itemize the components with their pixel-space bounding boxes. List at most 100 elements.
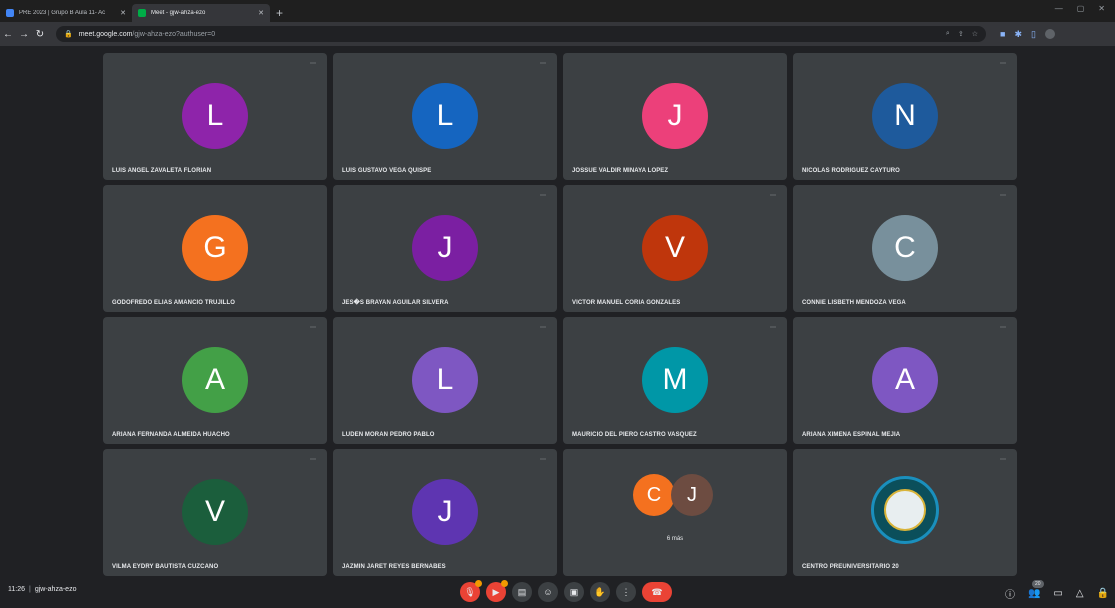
url-path: /gjw-ahza-ezo?authuser=0: [132, 30, 216, 38]
chat-button[interactable]: ▭: [1053, 588, 1062, 599]
meeting-code: gjw-ahza-ezo: [34, 586, 77, 593]
warning-badge: [501, 580, 508, 587]
participant-grid: L LUIS ANGEL ZAVALETA FLORIAN ⋯ L LUIS GUSTA…: [103, 53, 1017, 576]
meet-favicon-icon: [138, 9, 146, 17]
camera-toggle-button[interactable]: ▶: [486, 580, 508, 602]
participant-tile[interactable]: G GODOFREDO ELIAS AMANCIO TRUJILLO: [103, 185, 327, 312]
more-options-button[interactable]: ⋮: [616, 582, 636, 602]
mic-toggle-button[interactable]: 🎙: [460, 580, 482, 602]
muted-mic-icon: ⋯: [1000, 457, 1006, 463]
emoji-icon: ☺: [543, 587, 553, 597]
extension-icon[interactable]: ■: [1000, 29, 1005, 40]
camera-off-icon: ▶: [492, 586, 500, 597]
present-screen-icon: ▣: [569, 586, 579, 597]
raise-hand-button[interactable]: ✋: [590, 582, 610, 602]
people-count-badge: 20: [1031, 580, 1044, 588]
lock-icon[interactable]: 🔒: [64, 30, 73, 38]
profile-avatar[interactable]: [1044, 28, 1055, 39]
close-tab-icon[interactable]: ✕: [120, 9, 126, 17]
muted-mic-icon: ⋯: [540, 325, 546, 331]
participant-name: LUIS GUSTAVO VEGA QUISPE: [342, 168, 432, 174]
participant-tile[interactable]: J JOSSUE VALDIR MINAYA LOPEZ: [563, 53, 787, 180]
address-bar[interactable]: 🔒 meet.google.com/gjw-ahza-ezo?authuser=…: [56, 26, 986, 42]
sidepanel-icon[interactable]: ▯: [1031, 29, 1036, 40]
warning-badge: [475, 580, 482, 587]
participant-avatar: J: [412, 215, 478, 281]
participant-avatar: N: [872, 83, 938, 149]
participant-name: JOSSUE VALDIR MINAYA LOPEZ: [572, 168, 669, 174]
participant-tile[interactable]: M MAURICIO DEL PIERO CASTRO VASQUEZ ⋯: [563, 317, 787, 444]
minimize-icon[interactable]: —: [1055, 4, 1063, 13]
participant-tile[interactable]: J JAZMIN JARET REYES BERNABES ⋯: [333, 449, 557, 576]
zoom-icon[interactable]: ⌕: [946, 30, 950, 38]
muted-mic-icon: ⋯: [310, 61, 316, 67]
bookmark-star-icon[interactable]: ☆: [972, 30, 978, 38]
meeting-details-button[interactable]: ⓘ: [1005, 586, 1015, 601]
participant-avatar: M: [642, 347, 708, 413]
new-tab-button[interactable]: +: [276, 4, 283, 22]
people-icon: 👥: [1027, 588, 1041, 599]
participant-tile[interactable]: A ARIANA FERNANDA ALMEIDA HUACHO ⋯: [103, 317, 327, 444]
activities-button[interactable]: △: [1076, 588, 1084, 599]
share-icon[interactable]: ⇪: [958, 30, 964, 38]
meeting-controls-bar: 11:26 | gjw-ahza-ezo 🎙 ▶ ▤ ☺ ▣ ✋ ⋮ ☎ ⓘ 20 👥…: [0, 576, 1115, 608]
browser-tab-meet[interactable]: Meet - gjw-ahza-ezo ✕: [132, 4, 270, 22]
muted-mic-icon: ⋯: [770, 325, 776, 331]
participant-name: MAURICIO DEL PIERO CASTRO VASQUEZ: [572, 432, 697, 438]
participant-tile[interactable]: V VILMA EYDRY BAUTISTA CUZCANO ⋯: [103, 449, 327, 576]
forward-icon[interactable]: →: [16, 29, 32, 40]
participant-avatar: L: [182, 83, 248, 149]
maximize-icon[interactable]: ▢: [1077, 4, 1085, 13]
close-window-icon[interactable]: ✕: [1098, 4, 1105, 13]
host-controls-button[interactable]: 🔒: [1097, 588, 1109, 599]
leave-call-button[interactable]: ☎: [642, 582, 672, 602]
participant-avatar: V: [642, 215, 708, 281]
people-button[interactable]: 20 👥: [1027, 580, 1044, 599]
window-controls: — ▢ ✕: [1055, 4, 1105, 13]
participant-avatar: G: [182, 215, 248, 281]
reactions-button[interactable]: ☺: [538, 582, 558, 602]
participant-tile[interactable]: C CONNIE LISBETH MENDOZA VEGA ⋯: [793, 185, 1017, 312]
side-controls: ⓘ 20 👥 ▭ △ 🔒: [1005, 580, 1109, 601]
present-button[interactable]: ▣: [564, 582, 584, 602]
participant-name: LUIS ANGEL ZAVALETA FLORIAN: [112, 168, 212, 174]
participant-avatar: L: [412, 83, 478, 149]
captions-button[interactable]: ▤: [512, 582, 532, 602]
reload-icon[interactable]: ↻: [32, 29, 48, 40]
institution-logo-icon: [871, 476, 939, 544]
puzzle-icon[interactable]: ✱: [1014, 29, 1022, 40]
participant-tile[interactable]: J JES�S BRAYAN AGUILAR SILVERA ⋯: [333, 185, 557, 312]
participant-name: NICOLAS RODRIGUEZ CAYTURO: [802, 168, 900, 174]
participant-avatar: C: [872, 215, 938, 281]
muted-mic-icon: ⋯: [540, 193, 546, 199]
participant-tile[interactable]: N NICOLAS RODRIGUEZ CAYTURO ⋯: [793, 53, 1017, 180]
participant-avatar: L: [412, 347, 478, 413]
classroom-favicon-icon: [6, 9, 14, 17]
meeting-info: 11:26 | gjw-ahza-ezo: [8, 586, 77, 593]
participant-avatar: J: [642, 83, 708, 149]
clock-time: 11:26: [8, 586, 25, 593]
close-tab-icon[interactable]: ✕: [258, 9, 264, 17]
hang-up-icon: ☎: [651, 586, 663, 597]
browser-toolbar: ← → ↻ 🔒 meet.google.com/gjw-ahza-ezo?aut…: [0, 22, 1115, 46]
tab-title: PRE 2023 | Grupo B Aula 11- Ac: [19, 10, 106, 16]
browser-tab-classroom[interactable]: PRE 2023 | Grupo B Aula 11- Ac ✕: [0, 4, 132, 22]
back-icon[interactable]: ←: [0, 29, 16, 40]
participant-name: VICTOR MANUEL CORIA GONZALES: [572, 300, 681, 306]
participant-avatar: A: [872, 347, 938, 413]
participant-avatar: V: [182, 479, 248, 545]
participant-tile[interactable]: L LUIS ANGEL ZAVALETA FLORIAN ⋯: [103, 53, 327, 180]
muted-mic-icon: ⋯: [540, 61, 546, 67]
participant-tile[interactable]: A ARIANA XIMENA ESPINAL MEJIA ⋯: [793, 317, 1017, 444]
participant-tile[interactable]: L LUIS GUSTAVO VEGA QUISPE ⋯: [333, 53, 557, 180]
others-group-tile[interactable]: CJ 6 más: [563, 449, 787, 576]
more-participants-label: 6 más: [666, 536, 684, 542]
muted-mic-icon: ⋯: [770, 193, 776, 199]
participant-tile[interactable]: V VICTOR MANUEL CORIA GONZALES ⋯: [563, 185, 787, 312]
participant-tile[interactable]: L LUDEN MORAN PEDRO PABLO ⋯: [333, 317, 557, 444]
participant-name: GODOFREDO ELIAS AMANCIO TRUJILLO: [112, 300, 235, 306]
hand-icon: ✋: [594, 586, 606, 597]
lock-person-icon: 🔒: [1096, 588, 1109, 599]
participant-tile[interactable]: CENTRO PREUNIVERSITARIO 20 ⋯: [793, 449, 1017, 576]
group-avatar: J: [671, 474, 713, 516]
